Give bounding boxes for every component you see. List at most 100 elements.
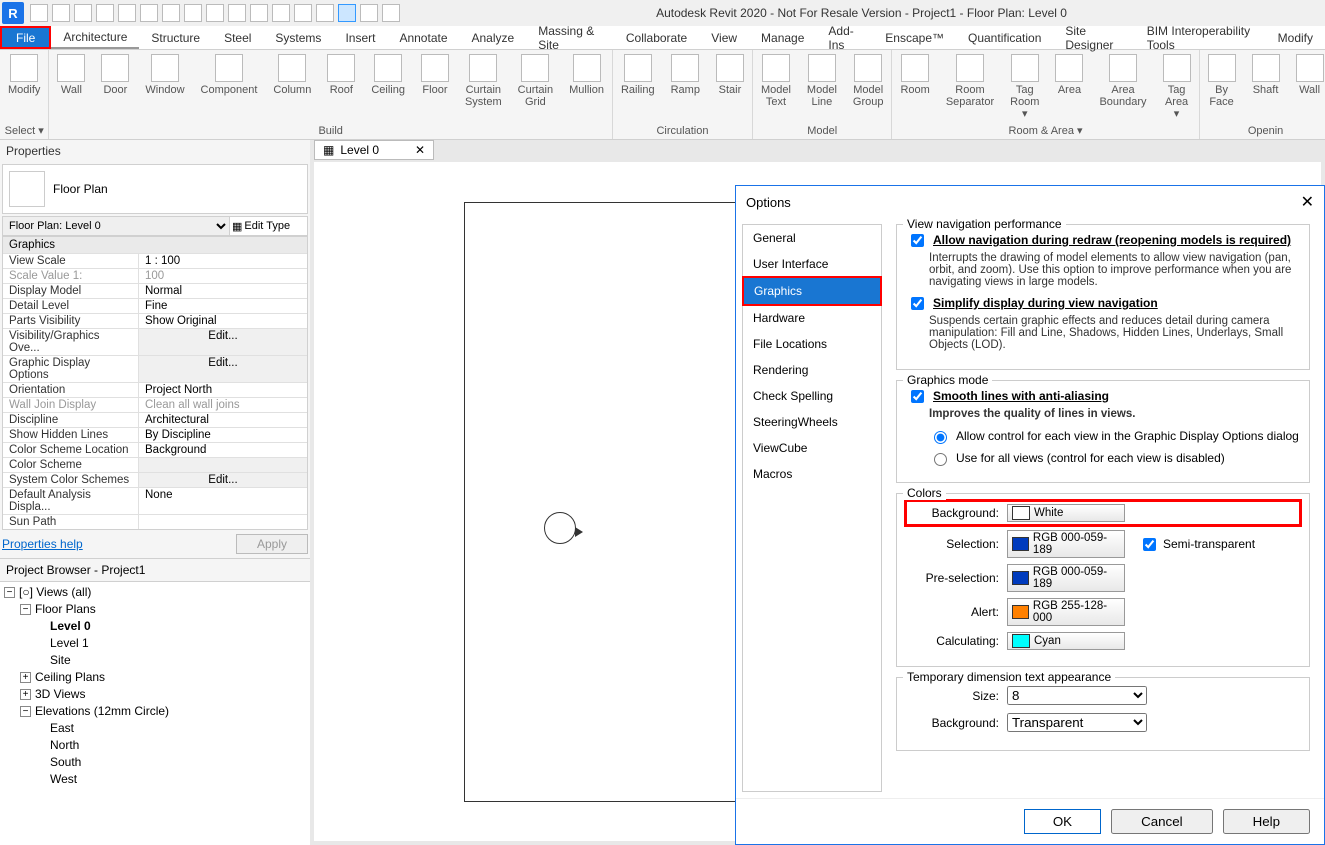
qat-icon[interactable]: [184, 4, 202, 22]
tree-node[interactable]: −Floor Plans: [4, 601, 306, 618]
property-value[interactable]: 1 : 100: [139, 254, 307, 268]
checkbox-label[interactable]: Semi-transparent: [1163, 537, 1255, 551]
tab-analyze[interactable]: Analyze: [460, 26, 527, 49]
ribbon-tool[interactable]: Door: [93, 50, 137, 123]
color-picker-button[interactable]: RGB 255-128-000: [1007, 598, 1125, 626]
property-row[interactable]: Color Scheme LocationBackground: [3, 442, 307, 457]
property-value[interactable]: By Discipline: [139, 428, 307, 442]
cancel-button[interactable]: Cancel: [1111, 809, 1213, 834]
radio-all-views[interactable]: [934, 453, 947, 466]
tree-node[interactable]: South: [4, 754, 306, 771]
semi-transparent-checkbox[interactable]: [1143, 538, 1156, 551]
dialog-nav-item[interactable]: Hardware: [743, 305, 881, 331]
background-select[interactable]: Transparent: [1007, 713, 1147, 732]
property-row[interactable]: View Scale1 : 100: [3, 253, 307, 268]
qat-icon[interactable]: [30, 4, 48, 22]
radio-allow-control[interactable]: [934, 431, 947, 444]
property-row[interactable]: Scale Value 1:100: [3, 268, 307, 283]
ribbon-tool[interactable]: ModelGroup: [845, 50, 892, 123]
property-row[interactable]: Parts VisibilityShow Original: [3, 313, 307, 328]
tab-annotate[interactable]: Annotate: [387, 26, 459, 49]
dialog-nav-item[interactable]: Rendering: [743, 357, 881, 383]
file-menu[interactable]: File: [0, 26, 51, 49]
qat-icon[interactable]: [206, 4, 224, 22]
dialog-nav-item[interactable]: File Locations: [743, 331, 881, 357]
ribbon-tool[interactable]: Column: [265, 50, 319, 123]
view-tab[interactable]: ▦ Level 0 ✕: [314, 140, 434, 160]
ribbon-tool[interactable]: ModelText: [753, 50, 799, 123]
help-button[interactable]: Help: [1223, 809, 1310, 834]
ribbon-tool[interactable]: Component: [193, 50, 266, 123]
dialog-nav-item[interactable]: Macros: [743, 461, 881, 487]
tree-node[interactable]: Site: [4, 652, 306, 669]
ribbon-tool[interactable]: Railing: [613, 50, 663, 123]
property-value[interactable]: Show Original: [139, 314, 307, 328]
tab-sitedesigner[interactable]: Site Designer: [1053, 26, 1134, 49]
dialog-nav-item[interactable]: SteeringWheels: [743, 409, 881, 435]
tree-node[interactable]: −[○] Views (all): [4, 584, 306, 601]
allow-nav-checkbox[interactable]: [911, 234, 924, 247]
property-value[interactable]: Architectural: [139, 413, 307, 427]
tree-node[interactable]: +Ceiling Plans: [4, 669, 306, 686]
property-value[interactable]: Edit...: [139, 329, 307, 355]
qat-icon[interactable]: [382, 4, 400, 22]
property-row[interactable]: Display ModelNormal: [3, 283, 307, 298]
property-value[interactable]: [139, 515, 307, 529]
tab-manage[interactable]: Manage: [749, 26, 816, 49]
tree-node[interactable]: East: [4, 720, 306, 737]
property-row[interactable]: Detail LevelFine: [3, 298, 307, 313]
collapse-icon[interactable]: −: [4, 587, 15, 598]
simplify-checkbox[interactable]: [911, 297, 924, 310]
tree-node[interactable]: +3D Views: [4, 686, 306, 703]
ribbon-tool[interactable]: Area: [1047, 50, 1091, 122]
ribbon-tool[interactable]: RoomSeparator: [938, 50, 1002, 122]
ribbon-tool[interactable]: Wall: [1288, 50, 1325, 123]
qat-icon[interactable]: [316, 4, 334, 22]
dialog-nav-item[interactable]: ViewCube: [743, 435, 881, 461]
property-value[interactable]: Edit...: [139, 356, 307, 382]
expand-icon[interactable]: +: [20, 672, 31, 683]
ribbon-tool[interactable]: Window: [137, 50, 192, 123]
edit-type-button[interactable]: ▦Edit Type: [229, 217, 307, 235]
close-icon[interactable]: ✕: [1301, 192, 1314, 212]
properties-help-link[interactable]: Properties help: [2, 537, 83, 551]
property-value[interactable]: Background: [139, 443, 307, 457]
ribbon-tool[interactable]: CurtainGrid: [510, 50, 561, 123]
tab-steel[interactable]: Steel: [212, 26, 263, 49]
type-selector[interactable]: Floor Plan: [2, 164, 308, 214]
tool-modify[interactable]: Modify: [0, 50, 48, 122]
tab-modify[interactable]: Modify: [1266, 26, 1325, 49]
qat-icon[interactable]: [162, 4, 180, 22]
ribbon-group-label[interactable]: Select ▾: [0, 122, 48, 139]
ribbon-group-label[interactable]: Room & Area ▾: [892, 122, 1198, 139]
qat-icon[interactable]: [52, 4, 70, 22]
property-value[interactable]: [139, 458, 307, 472]
property-value[interactable]: Clean all wall joins: [139, 398, 307, 412]
property-value[interactable]: Edit...: [139, 473, 307, 487]
expand-icon[interactable]: +: [20, 689, 31, 700]
qat-icon[interactable]: [228, 4, 246, 22]
tab-systems[interactable]: Systems: [263, 26, 333, 49]
dialog-nav-item[interactable]: General: [743, 225, 881, 251]
ribbon-tool[interactable]: Shaft: [1244, 50, 1288, 123]
tree-node[interactable]: Level 1: [4, 635, 306, 652]
color-picker-button[interactable]: RGB 000-059-189: [1007, 564, 1125, 592]
ribbon-tool[interactable]: ModelLine: [799, 50, 845, 123]
ribbon-tool[interactable]: Roof: [319, 50, 363, 123]
property-row[interactable]: Sun Path: [3, 514, 307, 529]
tab-collaborate[interactable]: Collaborate: [614, 26, 699, 49]
property-row[interactable]: DisciplineArchitectural: [3, 412, 307, 427]
property-value[interactable]: Fine: [139, 299, 307, 313]
tab-enscape[interactable]: Enscape™: [873, 26, 956, 49]
qat-icon[interactable]: [272, 4, 290, 22]
color-picker-button[interactable]: Cyan: [1007, 632, 1125, 650]
property-value[interactable]: Project North: [139, 383, 307, 397]
ribbon-tool[interactable]: Mullion: [561, 50, 612, 123]
ribbon-tool[interactable]: Ceiling: [363, 50, 413, 123]
size-select[interactable]: 8: [1007, 686, 1147, 705]
tab-bim[interactable]: BIM Interoperability Tools: [1135, 26, 1266, 49]
color-picker-button[interactable]: White: [1007, 504, 1125, 522]
property-row[interactable]: Color Scheme: [3, 457, 307, 472]
tree-node[interactable]: North: [4, 737, 306, 754]
property-value[interactable]: None: [139, 488, 307, 514]
